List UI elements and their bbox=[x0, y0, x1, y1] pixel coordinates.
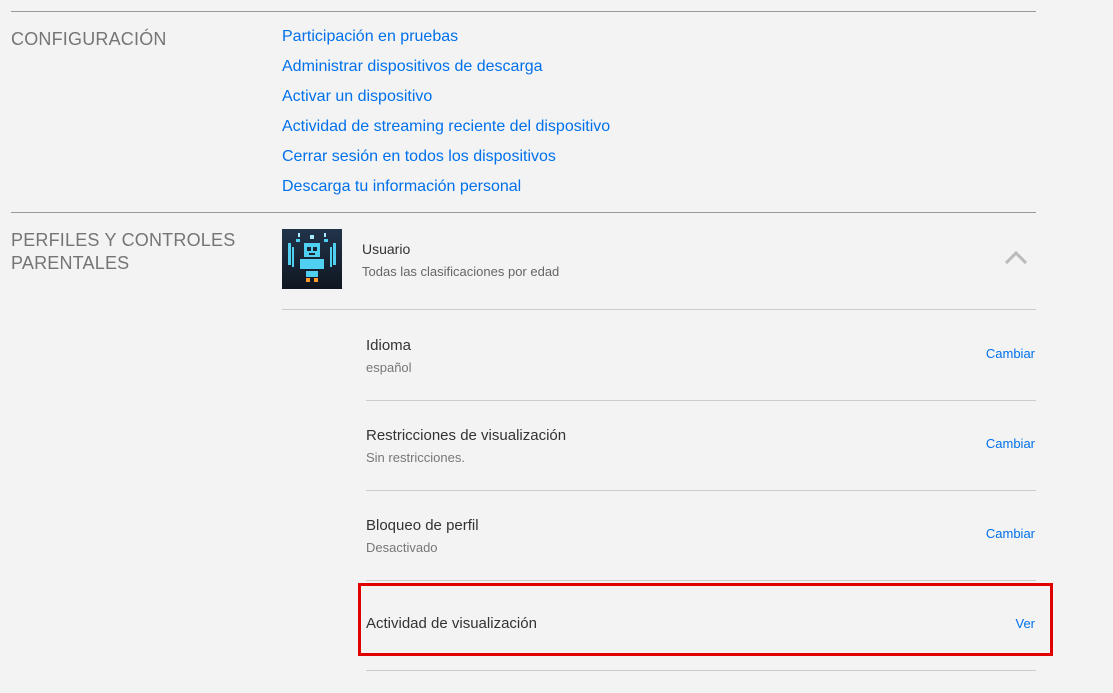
robot-avatar-icon[interactable] bbox=[282, 229, 342, 289]
language-label: Idioma bbox=[366, 337, 412, 354]
link-recent-streaming-activity[interactable]: Actividad de streaming reciente del disp… bbox=[282, 117, 610, 137]
profile-name: Usuario bbox=[362, 241, 411, 257]
highlight-box bbox=[358, 583, 1053, 656]
profile-divider bbox=[282, 309, 1036, 310]
top-divider bbox=[11, 11, 1036, 12]
change-profile-lock-button[interactable]: Cambiar bbox=[986, 526, 1035, 541]
language-value: español bbox=[366, 360, 412, 375]
profiles-section-title: PERFILES Y CONTROLES PARENTALES bbox=[11, 230, 236, 273]
row-divider bbox=[366, 580, 1036, 581]
settings-section-title: CONFIGURACIÓN bbox=[11, 29, 167, 49]
link-activate-device[interactable]: Activar un dispositivo bbox=[282, 87, 432, 107]
profile-maturity-rating: Todas las clasificaciones por edad bbox=[362, 264, 560, 279]
link-sign-out-all-devices[interactable]: Cerrar sesión en todos los dispositivos bbox=[282, 147, 556, 167]
section-divider bbox=[11, 212, 1036, 213]
change-restrictions-button[interactable]: Cambiar bbox=[986, 436, 1035, 451]
row-divider bbox=[366, 400, 1036, 401]
link-test-participation[interactable]: Participación en pruebas bbox=[282, 27, 458, 47]
row-divider bbox=[366, 490, 1036, 491]
profile-lock-value: Desactivado bbox=[366, 540, 438, 555]
link-download-personal-info[interactable]: Descarga tu información personal bbox=[282, 177, 521, 197]
chevron-up-icon[interactable] bbox=[1004, 248, 1028, 266]
change-language-button[interactable]: Cambiar bbox=[986, 346, 1035, 361]
viewing-restrictions-label: Restricciones de visualización bbox=[366, 427, 567, 444]
link-manage-download-devices[interactable]: Administrar dispositivos de descarga bbox=[282, 57, 543, 77]
viewing-restrictions-value: Sin restricciones. bbox=[366, 450, 465, 465]
profile-lock-label: Bloqueo de perfil bbox=[366, 517, 479, 534]
row-divider bbox=[366, 670, 1036, 671]
